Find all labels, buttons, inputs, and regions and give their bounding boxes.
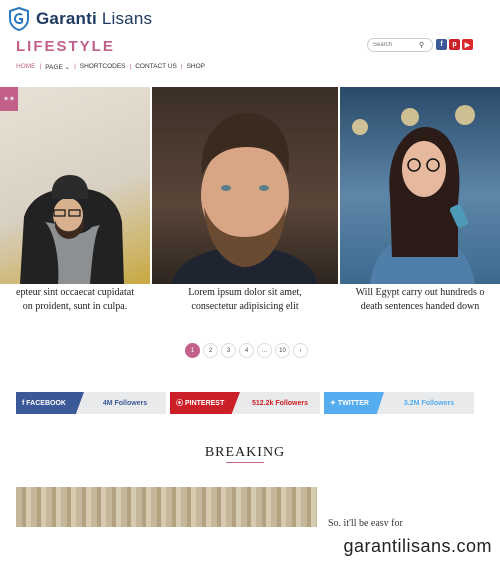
youtube-icon[interactable]: ▶ xyxy=(462,39,473,50)
chevron-down-icon: ⌄ xyxy=(64,64,71,71)
twitter-follow-bar[interactable]: ✦ TWITTER 3.2M Followers xyxy=(324,392,474,414)
facebook-follow-bar[interactable]: f FACEBOOK 4M Followers xyxy=(16,392,166,414)
search-input[interactable] xyxy=(373,42,419,48)
page-button[interactable]: 2 xyxy=(203,343,218,358)
facebook-icon[interactable]: f xyxy=(436,39,447,50)
site-title[interactable]: LIFESTYLE xyxy=(16,38,115,55)
breaking-post-title[interactable]: So, it'll be easy for xyxy=(328,518,488,526)
slider-captions: epteur sint occaecat cupidatat on proide… xyxy=(0,286,500,314)
page-button[interactable]: 1 xyxy=(185,343,200,358)
slide-photo xyxy=(352,105,475,284)
slide-image-man-beanie[interactable]: ✶✶ xyxy=(0,87,150,284)
slide-caption[interactable]: Lorem ipsum dolor sit amet, consectetur … xyxy=(152,286,338,314)
section-title-underline xyxy=(226,462,264,463)
breaking-post-image[interactable] xyxy=(16,487,317,527)
slide-caption[interactable]: epteur sint occaecat cupidatat on proide… xyxy=(0,286,150,314)
watermark-text: garantilisans.com xyxy=(343,536,492,556)
slide-photo xyxy=(172,113,318,284)
section-title: BREAKING xyxy=(204,445,286,460)
header-social-icons: f p ▶ xyxy=(436,39,473,50)
twitter-label: TWITTER xyxy=(337,399,369,407)
featured-badge: ✶✶ xyxy=(0,87,18,111)
pinterest-count: 512.2k Followers xyxy=(251,399,309,407)
nav-item-page[interactable]: PAGE ⌄ xyxy=(41,63,74,71)
nav-item-shop[interactable]: SHOP xyxy=(183,63,209,71)
nav-item-home[interactable]: HOME xyxy=(16,63,40,71)
main-nav: HOME | PAGE ⌄ | SHORTCODES | CONTACT US … xyxy=(16,63,209,71)
page-button[interactable]: 10 xyxy=(275,343,290,358)
nav-item-contact[interactable]: CONTACT US xyxy=(131,63,181,71)
shield-logo-icon xyxy=(9,7,29,31)
watermark-brand: Garanti Lisans xyxy=(36,9,153,28)
facebook-count: 4M Followers xyxy=(102,399,148,407)
featured-slider: ✶✶ xyxy=(0,87,500,284)
pinterest-icon: ⦿ xyxy=(176,400,185,407)
search-box[interactable]: ⚲ xyxy=(367,38,433,52)
slide-photo xyxy=(20,175,124,284)
search-icon[interactable]: ⚲ xyxy=(419,41,424,49)
nav-item-shortcodes[interactable]: SHORTCODES xyxy=(76,63,130,71)
watermark-logo: Garanti Lisans xyxy=(8,7,152,31)
page-button[interactable]: 3 xyxy=(221,343,236,358)
facebook-label: FACEBOOK xyxy=(26,399,66,407)
pinterest-follow-bar[interactable]: ⦿ PINTEREST 512.2k Followers xyxy=(170,392,320,414)
page-button[interactable]: 4 xyxy=(239,343,254,358)
pinterest-label: PINTEREST xyxy=(184,399,225,407)
slide-caption[interactable]: Will Egypt carry out hundreds o death se… xyxy=(340,286,500,314)
page-ellipsis: … xyxy=(257,343,272,358)
slider-pagination: 1 2 3 4 … 10 › xyxy=(185,343,308,358)
twitter-icon: ✦ xyxy=(330,400,338,407)
slide-image-woman-glasses[interactable] xyxy=(340,87,500,284)
next-page-button[interactable]: › xyxy=(293,343,308,358)
pinterest-icon[interactable]: p xyxy=(449,39,460,50)
twitter-count: 3.2M Followers xyxy=(403,399,455,407)
slide-image-bearded-man[interactable] xyxy=(152,87,338,284)
